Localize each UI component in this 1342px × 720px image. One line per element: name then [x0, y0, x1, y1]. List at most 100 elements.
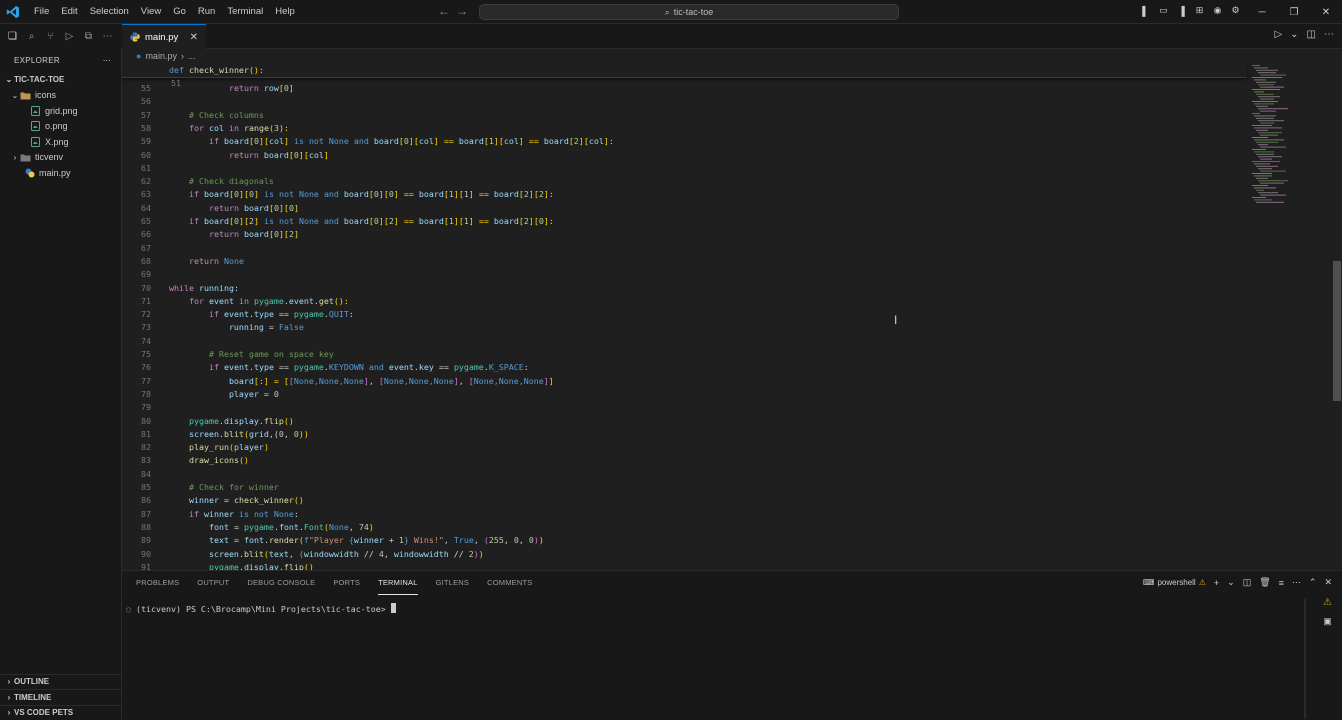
forward-arrow-icon[interactable]: → [456, 4, 468, 18]
code-line[interactable]: 70 while running: [122, 282, 1242, 295]
code-editor[interactable]: 51 def check_winner(): 55 return row[0] 5… [122, 63, 1342, 570]
code-line[interactable]: 80 pygame.display.flip() [122, 415, 1242, 428]
code-line[interactable]: 87 if winner is not None: [122, 508, 1242, 521]
code-line[interactable]: 73 running = False [122, 321, 1242, 334]
code-line[interactable]: 79 [122, 401, 1242, 414]
code-line[interactable]: 60 return board[0][col] [122, 149, 1242, 162]
code-line[interactable]: 86 winner = check_winner() [122, 494, 1242, 507]
code-line[interactable]: 57 # Check columns [122, 109, 1242, 122]
editor-scrollbar[interactable] [1332, 63, 1342, 570]
tree-item-icons[interactable]: ⌄ icons [0, 88, 121, 104]
breadcrumb-file[interactable]: main.py [145, 51, 177, 61]
section-vs-code-pets[interactable]: › VS CODE PETS [0, 704, 121, 720]
command-center-search[interactable]: ⌕ tic-tac-toe [479, 4, 899, 20]
menu-run[interactable]: Run [192, 0, 221, 24]
explorer-more-actions-icon[interactable]: ⋯ [103, 56, 111, 65]
tree-item-o-png[interactable]: o.png [0, 119, 121, 135]
run-python-file-icon[interactable]: ▷ [1274, 29, 1282, 40]
close-window-icon[interactable]: ✕ [1310, 0, 1342, 24]
settings-gear-icon[interactable]: ⚙ [1229, 4, 1242, 17]
code-line[interactable]: 88 font = pygame.font.Font(None, 74) [122, 521, 1242, 534]
menu-view[interactable]: View [135, 0, 167, 24]
new-terminal-icon[interactable]: + [1214, 578, 1219, 588]
code-line[interactable]: 66 return board[0][2] [122, 228, 1242, 241]
code-line[interactable]: 59 if board[0][col] is not None and boar… [122, 135, 1242, 148]
menu-edit[interactable]: Edit [55, 0, 83, 24]
code-line[interactable]: 61 [122, 162, 1242, 175]
split-terminal-icon[interactable]: ◫ [1243, 577, 1252, 588]
tree-item-grid-png[interactable]: grid.png [0, 103, 121, 119]
menu-selection[interactable]: Selection [84, 0, 135, 24]
panel-tab-output[interactable]: OUTPUT [197, 571, 229, 595]
terminal-instance[interactable]: ⌨ powershell ⚠ [1143, 578, 1206, 587]
code-line[interactable]: 68 return None [122, 255, 1242, 268]
close-tab-icon[interactable]: ✕ [190, 32, 198, 43]
tree-item-main-py[interactable]: main.py [0, 165, 121, 181]
code-line[interactable]: 76 if event.type == pygame.KEYDOWN and e… [122, 361, 1242, 374]
terminal-output[interactable]: ○ (ticvenv) PS C:\Brocamp\Mini Projects\… [126, 603, 396, 614]
search-view-icon[interactable]: ⌕ [23, 28, 40, 45]
scrollbar-thumb[interactable] [1333, 261, 1341, 401]
toggle-panel-icon[interactable]: ▭ [1157, 4, 1170, 17]
terminal-menu-icon[interactable]: ≡ [1279, 578, 1284, 588]
sticky-scroll-header[interactable]: 51 def check_winner(): [122, 63, 1247, 88]
code-line[interactable]: 58 for col in range(3): [122, 122, 1242, 135]
panel-more-actions-icon[interactable]: ⋯ [1292, 577, 1301, 588]
code-line[interactable]: 56 [122, 95, 1242, 108]
menu-help[interactable]: Help [269, 0, 301, 24]
panel-tab-ports[interactable]: PORTS [333, 571, 360, 595]
code-line[interactable]: 81 screen.blit(grid,(0, 0)) [122, 428, 1242, 441]
panel-tab-problems[interactable]: PROBLEMS [136, 571, 179, 595]
section-outline[interactable]: › OUTLINE [0, 673, 121, 690]
workspace-root[interactable]: ⌄ TIC-TAC-TOE [0, 72, 121, 88]
panel-tab-comments[interactable]: COMMENTS [487, 571, 532, 595]
code-line[interactable]: 90 screen.blit(text, (windowwidth // 4, … [122, 548, 1242, 561]
panel-tab-debug-console[interactable]: DEBUG CONSOLE [247, 571, 315, 595]
tree-item-ticvenv[interactable]: › ticvenv [0, 150, 121, 166]
code-line[interactable]: 91 pygame.display.flip() [122, 561, 1242, 570]
terminal-shell-icon[interactable]: ▣ [1323, 616, 1332, 627]
menu-file[interactable]: File [28, 0, 55, 24]
code-line[interactable]: 67 [122, 242, 1242, 255]
code-line[interactable]: 62 # Check diagonals [122, 175, 1242, 188]
toggle-sidebar-icon[interactable]: ▌ [1139, 4, 1152, 17]
code-line[interactable]: 85 # Check for winner [122, 481, 1242, 494]
code-line[interactable]: 64 return board[0][0] [122, 202, 1242, 215]
panel-tab-gitlens[interactable]: GITLENS [436, 571, 470, 595]
section-timeline[interactable]: › TIMELINE [0, 689, 121, 705]
breadcrumb-rest[interactable]: ... [188, 51, 196, 61]
more-views-icon[interactable]: ⋯ [99, 28, 116, 45]
terminal-scrollbar[interactable] [1304, 599, 1306, 719]
code-line[interactable]: 69 [122, 268, 1242, 281]
editor-more-actions-icon[interactable]: ⋯ [1324, 29, 1334, 40]
code-line[interactable]: 84 [122, 468, 1242, 481]
menu-terminal[interactable]: Terminal [221, 0, 269, 24]
kill-terminal-icon[interactable]: 🗑 [1259, 577, 1270, 588]
code-line[interactable]: 63 if board[0][0] is not None and board[… [122, 188, 1242, 201]
code-line[interactable]: 55 return row[0] [122, 82, 1242, 95]
code-line[interactable]: 72 if event.type == pygame.QUIT: [122, 308, 1242, 321]
restore-icon[interactable]: ❐ [1278, 0, 1310, 24]
customize-layout-icon[interactable]: ⊞ [1193, 4, 1206, 17]
source-control-icon[interactable]: ⑂ [42, 28, 59, 45]
close-panel-icon[interactable]: ✕ [1324, 577, 1332, 588]
minimap[interactable] [1250, 63, 1330, 570]
maximize-panel-icon[interactable]: ⌃ [1309, 577, 1317, 588]
code-line[interactable]: 83 draw_icons() [122, 454, 1242, 467]
menu-go[interactable]: Go [167, 0, 192, 24]
code-line[interactable]: 75 # Reset game on space key [122, 348, 1242, 361]
panel-tab-terminal[interactable]: TERMINAL [378, 571, 418, 595]
code-line[interactable]: 74 [122, 335, 1242, 348]
code-line[interactable]: 77 board[:] = [[None,None,None], [None,N… [122, 375, 1242, 388]
extensions-icon[interactable]: ⧉ [80, 28, 97, 45]
code-line[interactable]: 89 text = font.render(f"Player {winner +… [122, 534, 1242, 547]
terminal-dropdown-icon[interactable]: ⌄ [1227, 577, 1235, 588]
back-arrow-icon[interactable]: ← [438, 4, 450, 18]
toggle-secondary-sidebar-icon[interactable]: ▐ [1175, 4, 1188, 17]
code-line[interactable]: 65 if board[0][2] is not None and board[… [122, 215, 1242, 228]
minimize-icon[interactable]: ─ [1246, 0, 1278, 24]
code-line[interactable]: 71 for event in pygame.event.get(): [122, 295, 1242, 308]
terminal-warning-icon[interactable]: ⚠ [1323, 597, 1332, 608]
accounts-icon[interactable]: ◉ [1211, 4, 1224, 17]
code-line[interactable]: 82 play_run(player) [122, 441, 1242, 454]
